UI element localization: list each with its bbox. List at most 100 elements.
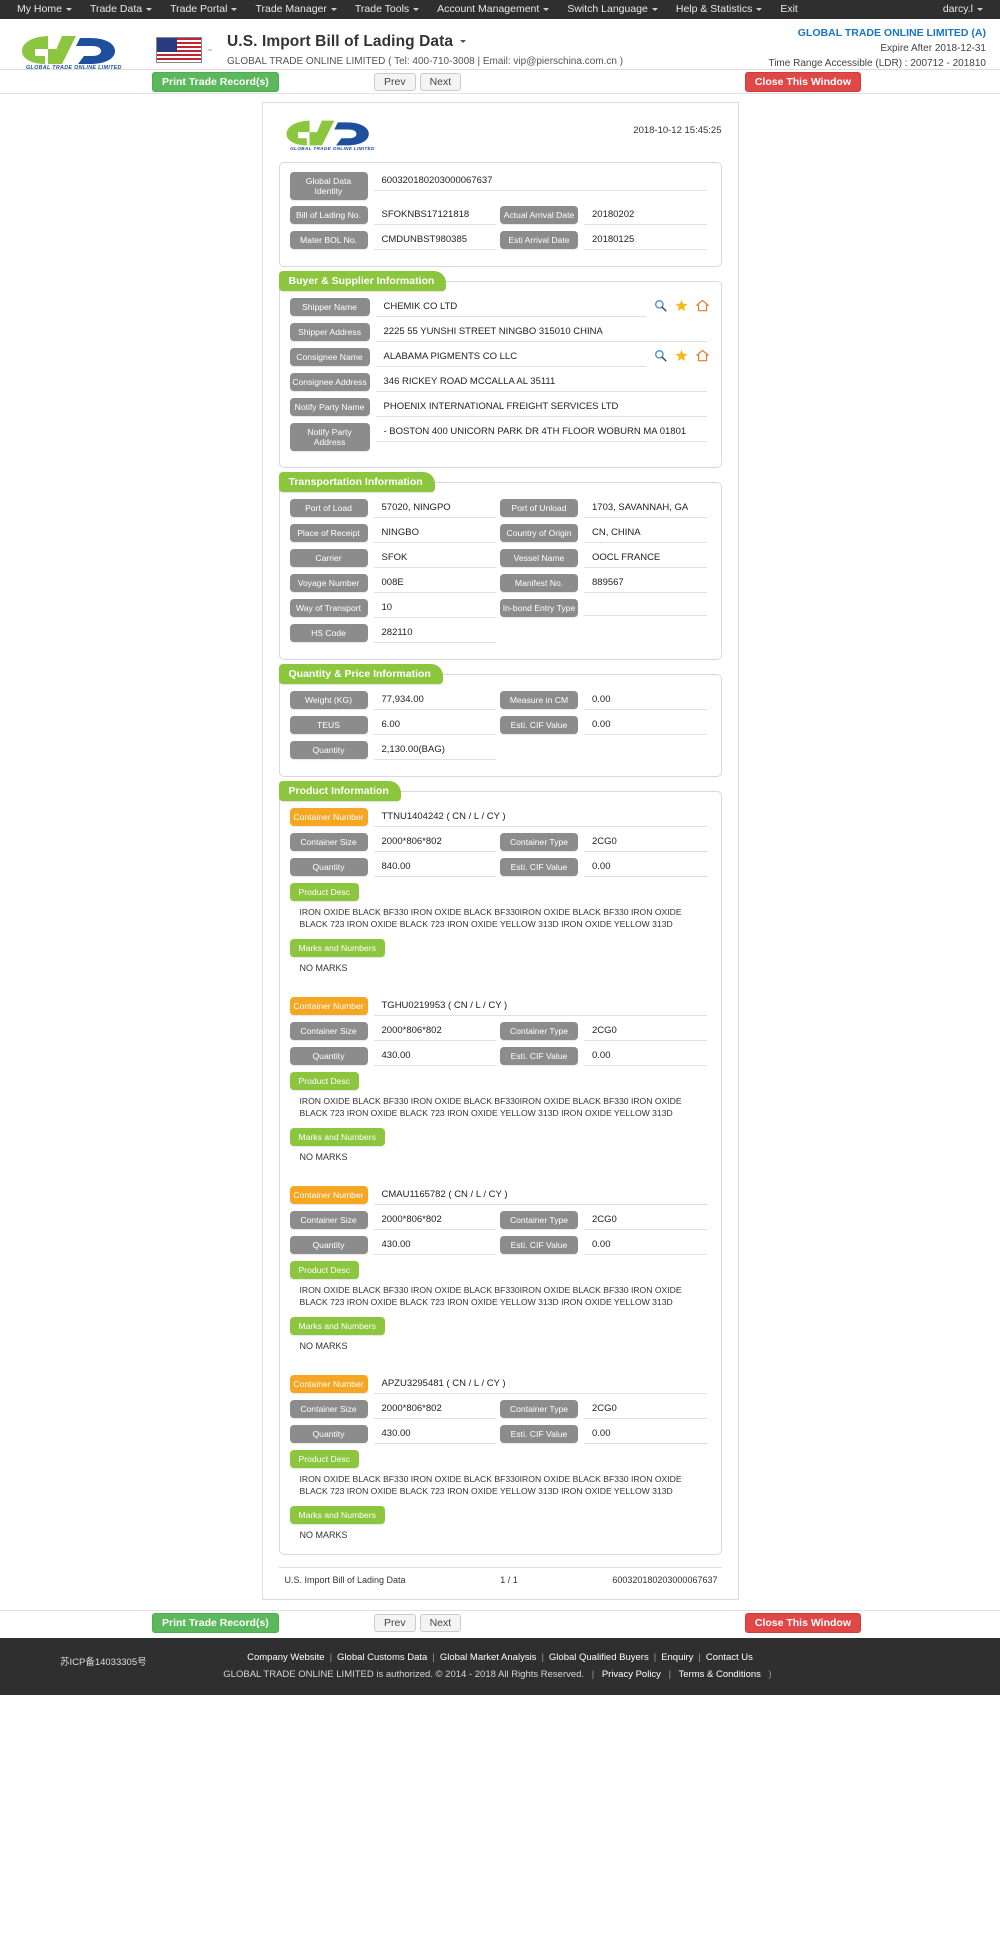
- nav-item-label: Help & Statistics: [675, 3, 753, 15]
- footer-link-global-qualified-buyers[interactable]: Global Qualified Buyers: [549, 1652, 649, 1663]
- footer-link-global-market-analysis[interactable]: Global Market Analysis: [440, 1652, 537, 1663]
- nav-item-exit[interactable]: Exit: [771, 0, 807, 19]
- nav-item-switch-language[interactable]: Switch Language: [558, 0, 667, 19]
- company-contact-line: GLOBAL TRADE ONLINE LIMITED ( Tel: 400-7…: [227, 56, 624, 67]
- document-header: GLOBAL TRADE ONLINE LIMITED 2018-10-12 1…: [273, 113, 728, 162]
- chevron-down-icon: [231, 7, 238, 11]
- star-icon[interactable]: [675, 299, 688, 312]
- next-button[interactable]: Next: [419, 72, 462, 91]
- marks-and-numbers-text: NO MARKS: [299, 1530, 348, 1540]
- panel-title: Quantity & Price Information: [278, 664, 443, 684]
- nav-item-account-management[interactable]: Account Management: [428, 0, 558, 19]
- country-flag-selector[interactable]: [156, 23, 213, 63]
- nav-item-help-statistics[interactable]: Help & Statistics: [667, 0, 771, 19]
- privacy-policy-link[interactable]: Privacy Policy: [602, 1669, 661, 1680]
- account-name[interactable]: GLOBAL TRADE ONLINE LIMITED (A): [768, 26, 986, 41]
- print-trade-records-button[interactable]: Print Trade Record(s): [152, 1612, 279, 1633]
- print-trade-records-button[interactable]: Print Trade Record(s): [152, 71, 279, 92]
- field-value: 600320180203000067637: [373, 172, 707, 191]
- field-value: 20180202: [584, 206, 707, 225]
- user-menu-label: darcy.l: [942, 3, 973, 15]
- field-value: ALABAMA PIGMENTS CO LLC: [375, 348, 646, 367]
- footer-link-company-website[interactable]: Company Website: [247, 1652, 324, 1663]
- field-port-of-unload: Port of Unload 1703, SAVANNAH, GA: [500, 499, 711, 518]
- field-label: Consignee Address: [289, 373, 370, 391]
- footer-links: Company Website | Global Customs Data | Glob…: [0, 1649, 1000, 1666]
- field-value: 0.00: [584, 1236, 707, 1255]
- footer-link-enquiry[interactable]: Enquiry: [661, 1652, 693, 1663]
- field-row: Notify Party Address - BOSTON 400 UNICORN…: [289, 423, 711, 451]
- document-footer-left: U.S. Import Bill of Lading Data: [284, 1575, 406, 1585]
- home-icon[interactable]: [695, 349, 709, 362]
- field-value: CN, CHINA: [584, 524, 707, 543]
- buyer-supplier-rows: Shipper Name CHEMIK CO LTD Shipper Address…: [289, 298, 711, 451]
- product-container-block: Container Number TTNU1404242 ( CN / L / C…: [289, 808, 711, 975]
- nav-item-trade-portal[interactable]: Trade Portal: [161, 0, 246, 19]
- nav-item-my-home[interactable]: My Home: [8, 0, 81, 19]
- field-value: 0.00: [584, 716, 707, 735]
- chevron-down-icon: [330, 7, 337, 11]
- field-value: 2CG0: [584, 1400, 707, 1419]
- field-label: Quantity: [289, 858, 368, 876]
- gto-logo-icon: GLOBAL TRADE ONLINE LIMITED: [22, 36, 121, 70]
- field-row: Bill of Lading No. SFOKNBS17121818 Actual …: [289, 206, 711, 225]
- field-label: Container Type: [500, 1400, 578, 1418]
- footer-separator: |: [653, 1652, 657, 1663]
- product-description-text: IRON OXIDE BLACK BF330 IRON OXIDE BLACK …: [299, 1096, 682, 1118]
- prev-button[interactable]: Prev: [374, 1613, 416, 1632]
- field-value: 889567: [584, 574, 707, 593]
- user-menu[interactable]: darcy.l: [934, 0, 992, 19]
- field-row: Voyage Number 008E Manifest No. 889567: [289, 574, 711, 593]
- field-label: HS Code: [289, 624, 368, 642]
- product-block-separator: [290, 977, 711, 997]
- field-esti-arrival-date: Esti Arrival Date 20180125: [500, 231, 711, 250]
- trade-record-document: GLOBAL TRADE ONLINE LIMITED 2018-10-12 1…: [261, 102, 739, 1600]
- next-button[interactable]: Next: [419, 1613, 462, 1632]
- home-icon[interactable]: [695, 299, 709, 312]
- close-window-button[interactable]: Close This Window: [744, 71, 861, 92]
- brand-header: GLOBAL TRADE ONLINE LIMITED U.S. Import …: [0, 19, 1000, 70]
- field-label: Measure in CM: [500, 691, 578, 709]
- product-information-panel: Product Information Container Number TTNU…: [278, 781, 722, 1555]
- quantity-price-panel: Quantity & Price Information Weight (KG)…: [278, 664, 722, 777]
- footer-link-contact-us[interactable]: Contact Us: [706, 1652, 753, 1663]
- field-value: 2225 55 YUNSHI STREET NINGBO 315010 CHIN…: [375, 323, 707, 342]
- nav-item-trade-manager[interactable]: Trade Manager: [246, 0, 345, 19]
- footer-separator: |: [698, 1652, 701, 1663]
- field-row: Shipper Name CHEMIK CO LTD: [289, 298, 711, 317]
- field-container-size: Container Size 2000*806*802: [289, 833, 501, 852]
- transportation-rows: Port of Load 57020, NINGPO Port of Unload 1…: [289, 499, 711, 643]
- terms-conditions-link[interactable]: Terms & Conditions: [679, 1669, 761, 1680]
- field-label: Container Size: [289, 1211, 368, 1229]
- field-label: Consignee Name: [289, 348, 370, 366]
- field-label: Container Type: [500, 1022, 578, 1040]
- field-measure-in-cm: Measure in CM 0.00: [500, 691, 711, 710]
- field-label: Esti. CIF Value: [500, 858, 578, 876]
- page-title[interactable]: U.S. Import Bill of Lading Data: [227, 33, 623, 51]
- nav-item-trade-tools[interactable]: Trade Tools: [346, 0, 428, 19]
- nav-item-trade-data[interactable]: Trade Data: [81, 0, 161, 19]
- gto-logo[interactable]: GLOBAL TRADE ONLINE LIMITED: [18, 23, 126, 70]
- field-value: TGHU0219953 ( CN / L / CY ): [373, 997, 707, 1016]
- field-value: 2CG0: [584, 833, 707, 852]
- product-desc-tag-row: Product Desc: [289, 883, 711, 901]
- footer-copyright-line: GLOBAL TRADE ONLINE LIMITED is authorize…: [223, 1669, 772, 1680]
- footer-link-global-customs-data[interactable]: Global Customs Data: [337, 1652, 427, 1663]
- close-window-button[interactable]: Close This Window: [744, 1612, 861, 1633]
- field-value: 840.00: [373, 858, 496, 877]
- chevron-down-icon: [460, 40, 467, 44]
- field-value: 008E: [373, 574, 496, 593]
- field-value: 6.00: [373, 716, 496, 735]
- prev-button[interactable]: Prev: [374, 72, 416, 91]
- page-footer: 苏ICP备14033305号 Company Website | Global Cu…: [0, 1638, 1000, 1695]
- field-label: Vessel Name: [500, 549, 578, 567]
- field-label: Container Type: [500, 833, 578, 851]
- search-icon[interactable]: [654, 349, 667, 362]
- field-container-number: Container Number CMAU1165782 ( CN / L / C…: [289, 1186, 711, 1205]
- field-value: [584, 599, 707, 616]
- field-row: Global Data Identity 6003201802030000676…: [289, 172, 711, 200]
- field-row: Notify Party Name PHOENIX INTERNATIONAL F…: [289, 398, 711, 417]
- star-icon[interactable]: [675, 349, 688, 362]
- search-icon[interactable]: [654, 299, 667, 312]
- account-time-range: Time Range Accessible (LDR) : 200712 - 2…: [768, 58, 986, 69]
